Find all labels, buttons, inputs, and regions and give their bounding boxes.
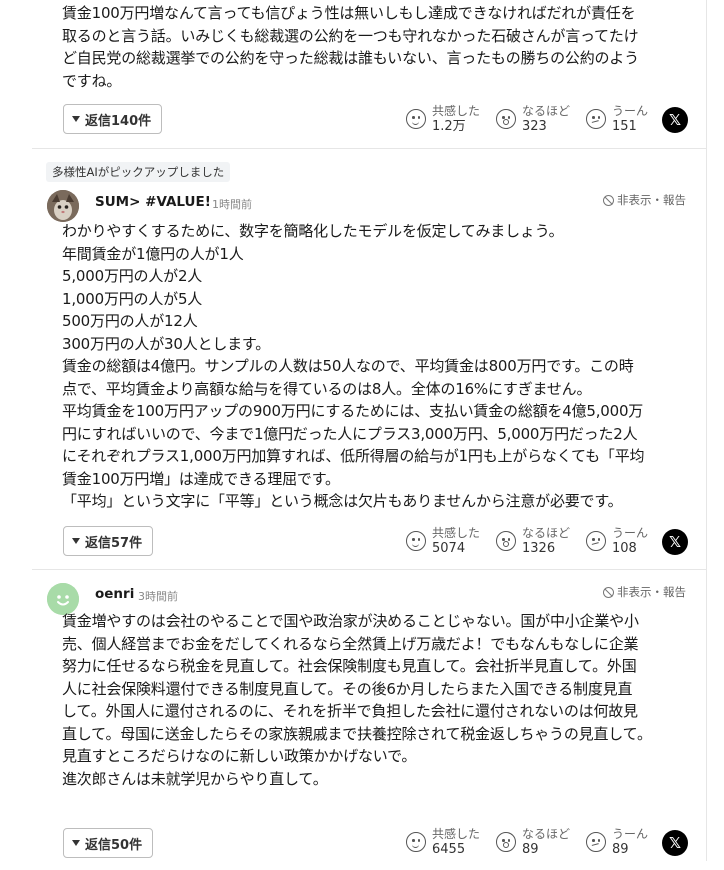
reaction-hmm-button[interactable]: うーん 151: [586, 104, 648, 134]
thinking-face-icon: [586, 832, 606, 852]
hide-report-link[interactable]: 非表示・報告: [603, 192, 686, 208]
ai-pick-badge: 多様性AIがピックアップしました: [46, 162, 231, 182]
reaction-hmm-button[interactable]: うーん 108: [586, 526, 648, 556]
reaction-hmm-button[interactable]: うーん 89: [586, 827, 648, 857]
reaction-count: 1326: [522, 541, 556, 556]
reaction-empathy-button[interactable]: 共感した 1.2万: [406, 104, 480, 134]
reaction-label: うーん: [612, 526, 649, 540]
smile-face-icon: [406, 832, 426, 852]
reaction-label: なるほど: [522, 104, 571, 118]
username[interactable]: SUM> #VALUE!: [95, 194, 211, 210]
caret-down-icon: [72, 116, 80, 122]
reply-count-label: 返信140件: [85, 113, 152, 129]
reaction-count: 151: [612, 119, 637, 134]
reaction-insight-button[interactable]: なるほど 89: [496, 827, 570, 857]
reaction-label: うーん: [612, 104, 649, 118]
reaction-insight-button[interactable]: なるほど 1326: [496, 526, 570, 556]
hide-report-label: 非表示・報告: [617, 585, 686, 599]
reaction-label: 共感した: [432, 827, 481, 841]
reaction-empathy-button[interactable]: 共感した 6455: [406, 827, 480, 857]
reaction-count: 89: [522, 842, 539, 857]
x-logo-icon: 𝕏: [668, 111, 682, 129]
reaction-count: 89: [612, 842, 629, 857]
smile-face-icon: [406, 531, 426, 551]
reply-count-label: 返信50件: [85, 837, 143, 853]
reaction-count: 6455: [432, 842, 466, 857]
ban-icon: [603, 586, 614, 598]
reaction-label: うーん: [612, 827, 649, 841]
comment-text: わかりやすくするために、数字を簡略化したモデルを仮定してみましょう。 年間賃金が…: [62, 222, 645, 510]
surprised-face-icon: [496, 531, 516, 551]
reaction-count: 1.2万: [432, 119, 466, 134]
timestamp: 3時間前: [138, 590, 178, 603]
reaction-label: 共感した: [432, 526, 481, 540]
reply-toggle-button[interactable]: 返信50件: [63, 828, 154, 858]
comment-text: 賃金増やすのは会社のやることで国や政治家が決めることじゃない。国が中小企業や小 …: [62, 612, 652, 788]
caret-down-icon: [72, 538, 80, 544]
hide-report-label: 非表示・報告: [617, 193, 686, 207]
x-share-button[interactable]: 𝕏: [662, 529, 688, 555]
reply-toggle-button[interactable]: 返信140件: [63, 104, 163, 134]
reply-toggle-button[interactable]: 返信57件: [63, 526, 154, 556]
reaction-insight-button[interactable]: なるほど 323: [496, 104, 570, 134]
surprised-face-icon: [496, 832, 516, 852]
reaction-empathy-button[interactable]: 共感した 5074: [406, 526, 480, 556]
username[interactable]: oenri: [95, 586, 134, 602]
thinking-face-icon: [586, 109, 606, 129]
smile-face-icon: [406, 109, 426, 129]
x-logo-icon: 𝕏: [668, 533, 682, 551]
surprised-face-icon: [496, 109, 516, 129]
reaction-count: 5074: [432, 541, 466, 556]
avatar-image: [47, 190, 79, 222]
comment-text: 賃金100万円増なんて言っても信ぴょう性は無いしもし達成できなければだれが責任を…: [62, 4, 639, 90]
comment-feed: 賃金100万円増なんて言っても信ぴょう性は無いしもし達成できなければだれが責任を…: [0, 0, 724, 870]
feed-right-border: [706, 0, 707, 861]
caret-down-icon: [72, 840, 80, 846]
reaction-label: なるほど: [522, 827, 571, 841]
reaction-count: 323: [522, 119, 547, 134]
timestamp: 1時間前: [212, 198, 252, 211]
avatar[interactable]: [47, 190, 79, 222]
x-share-button[interactable]: 𝕏: [662, 830, 688, 856]
x-share-button[interactable]: 𝕏: [662, 107, 688, 133]
thinking-face-icon: [586, 531, 606, 551]
x-logo-icon: 𝕏: [668, 834, 682, 852]
hide-report-link[interactable]: 非表示・報告: [603, 584, 686, 600]
reaction-label: なるほど: [522, 526, 571, 540]
reaction-label: 共感した: [432, 104, 481, 118]
reply-count-label: 返信57件: [85, 535, 143, 551]
ban-icon: [603, 194, 614, 206]
reaction-count: 108: [612, 541, 637, 556]
